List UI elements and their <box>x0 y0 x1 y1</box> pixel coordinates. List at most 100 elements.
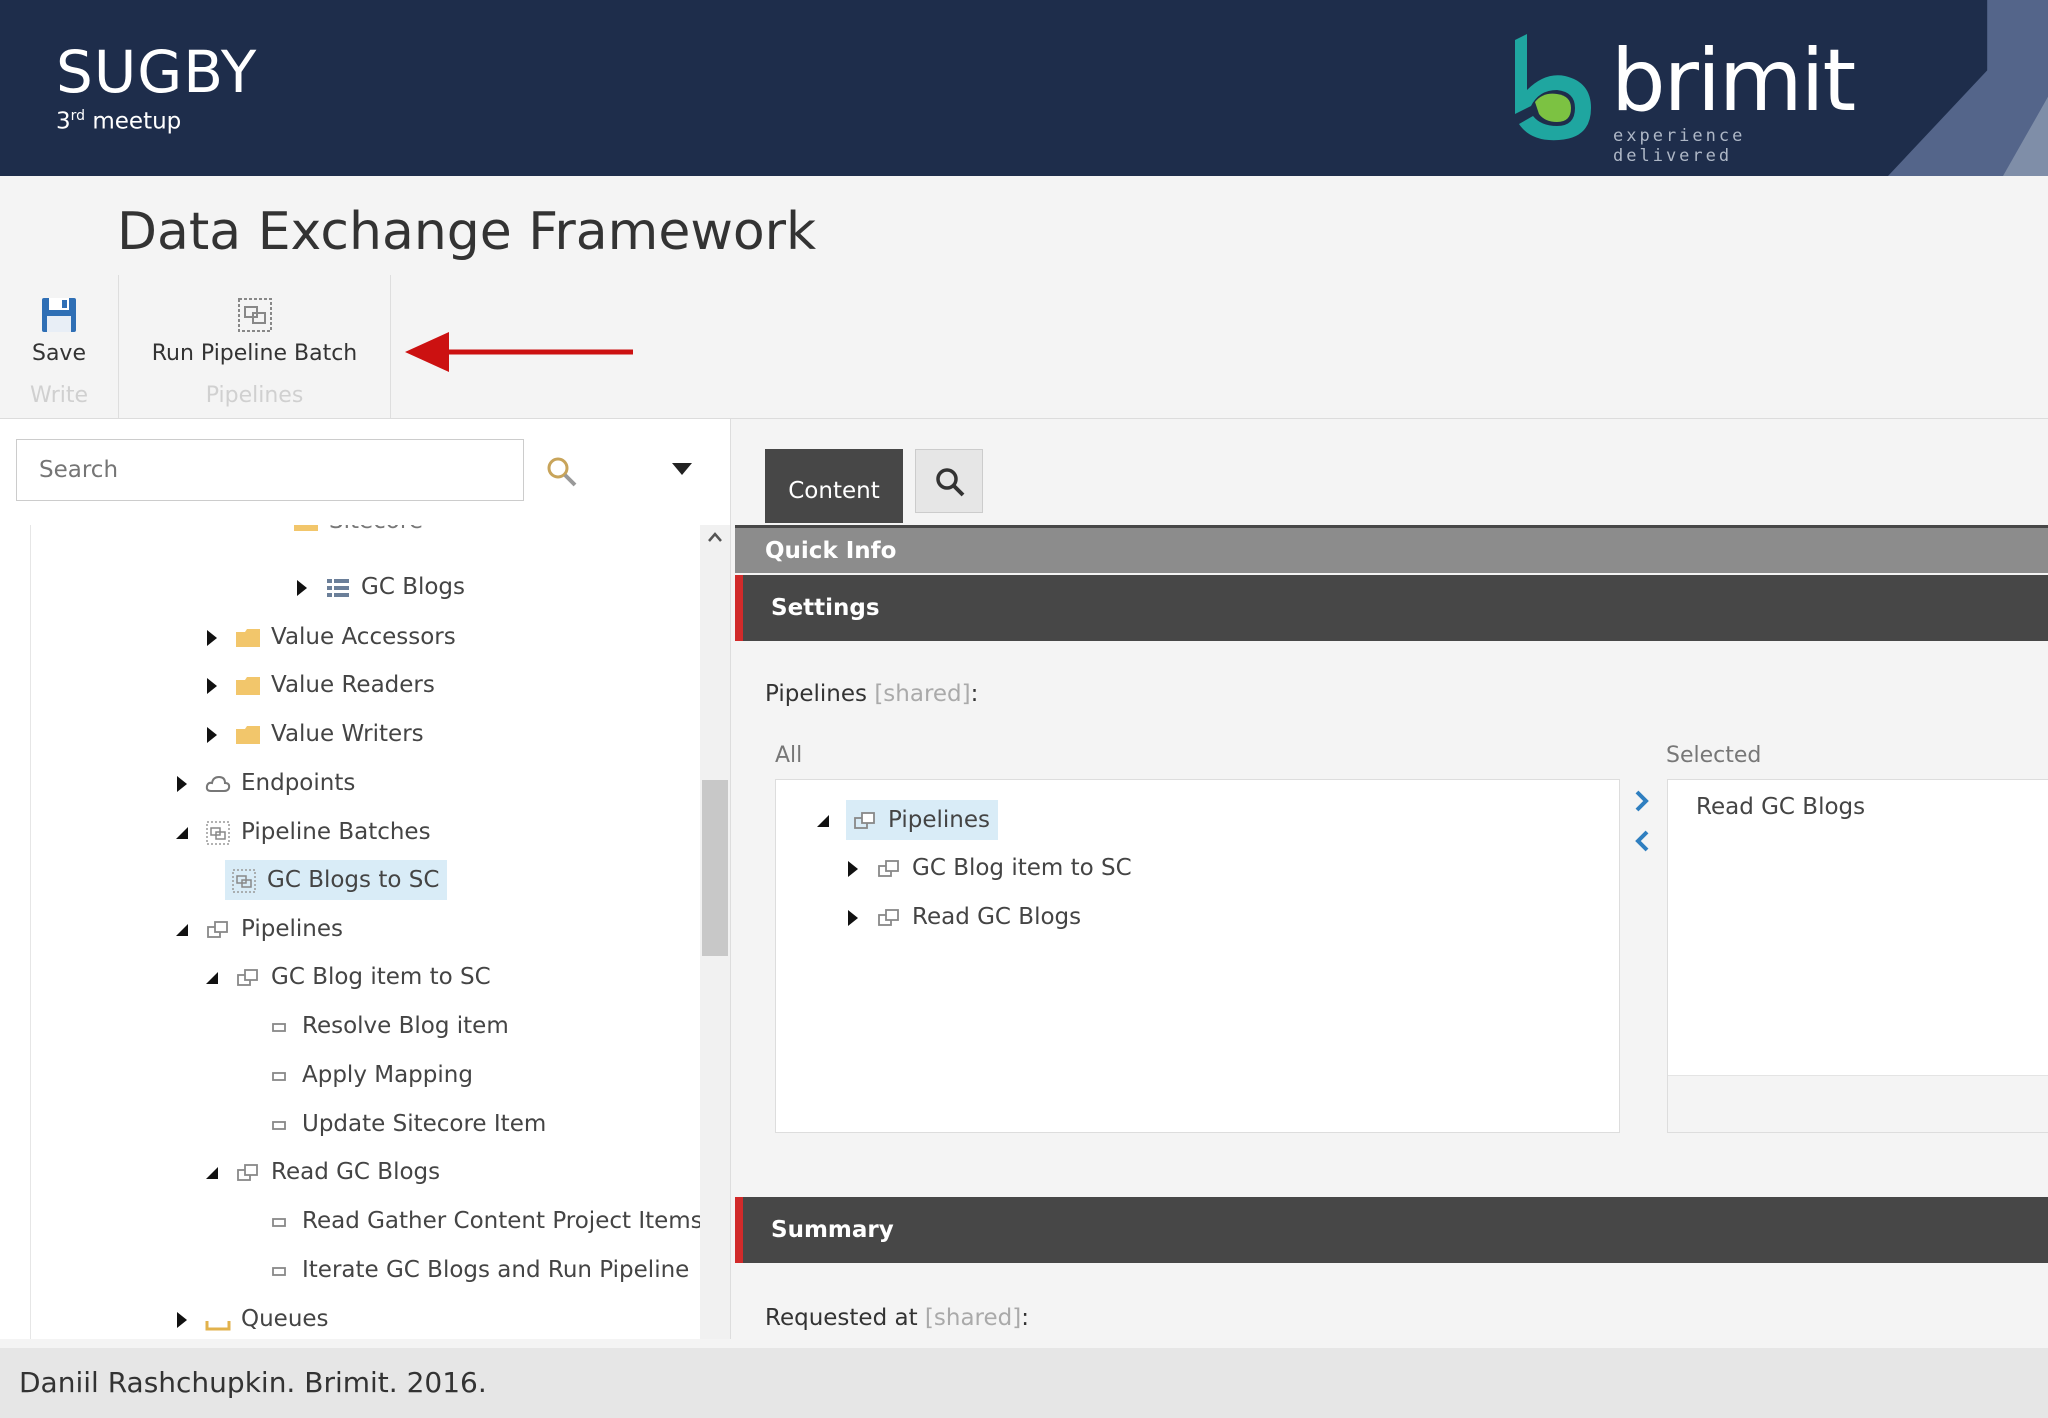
brimit-tagline: experience delivered <box>1613 126 1746 166</box>
tree-item-pipeline-batches[interactable]: Pipeline Batches <box>173 812 431 852</box>
content-tree-panel: Sitecore GC Blogs Value Accessors Value … <box>0 419 731 1339</box>
tree-scrollbar[interactable] <box>700 525 730 1339</box>
pipeline-step-icon <box>272 1071 286 1081</box>
tree-item-gc-blogs[interactable]: GC Blogs <box>293 567 465 607</box>
pipeline-batch-icon <box>206 820 230 845</box>
tree-item-iterate-gc-blogs[interactable]: Iterate GC Blogs and Run Pipeline <box>266 1250 689 1290</box>
event-subtitle: 3rd meetup <box>56 108 182 135</box>
tree-item-endpoints[interactable]: Endpoints <box>173 763 355 803</box>
expand-right-icon[interactable] <box>203 726 221 744</box>
search-input[interactable] <box>16 439 524 501</box>
collapse-down-icon[interactable] <box>203 969 221 987</box>
tree-item-partial[interactable]: Sitecore <box>293 525 423 541</box>
tree-item-gc-blogs-to-sc[interactable]: GC Blogs to SC <box>225 860 448 900</box>
folder-icon <box>294 525 318 531</box>
expand-right-icon[interactable] <box>173 1311 191 1329</box>
expand-right-icon[interactable] <box>203 629 221 647</box>
event-title: SUGBY <box>56 38 258 106</box>
tree-item-queues[interactable]: Queues <box>173 1299 329 1339</box>
pipeline-batch-icon <box>232 868 256 893</box>
brimit-logo-mark-icon <box>1515 34 1591 141</box>
pipeline-icon <box>854 811 875 829</box>
pipeline-icon <box>237 1163 258 1181</box>
content-editor-panel: Content Quick Info Settings Pipelines [s… <box>735 419 2048 1339</box>
expand-right-icon[interactable] <box>844 909 862 927</box>
scrollbar-thumb[interactable] <box>702 780 728 956</box>
tree-item-read-gc-blogs[interactable]: Read GC Blogs <box>203 1152 440 1192</box>
save-label: Save <box>31 341 86 366</box>
tab-search[interactable] <box>915 449 983 513</box>
tree-selection-highlight: Pipelines <box>846 800 998 840</box>
chevron-down-icon[interactable] <box>672 463 692 477</box>
pipeline-step-icon <box>272 1120 286 1130</box>
slide-heading: Data Exchange Framework <box>117 202 817 262</box>
pipelines-group-label: Pipelines <box>205 383 304 408</box>
save-button[interactable]: Save <box>0 295 118 366</box>
quick-info-section-header[interactable]: Quick Info <box>735 525 2048 573</box>
folder-icon <box>236 628 260 647</box>
tree-item-pipelines[interactable]: Pipelines <box>173 909 343 949</box>
search-icon[interactable] <box>545 455 579 489</box>
pipeline-icon <box>878 859 899 877</box>
list-icon <box>327 578 349 597</box>
tree-selection-highlight: GC Blogs to SC <box>225 860 448 900</box>
tree-item-gc-blog-item-to-sc[interactable]: GC Blog item to SC <box>203 957 491 997</box>
slide-header: SUGBY 3rd meetup brimit experience deliv… <box>0 0 2048 176</box>
ribbon-toolbar: Save Write Run Pipeline Batch Pipelines <box>0 275 2048 419</box>
ribbon-group-write: Save Write <box>0 275 119 418</box>
folder-icon <box>236 725 260 744</box>
run-pipeline-batch-button[interactable]: Run Pipeline Batch <box>119 295 390 366</box>
tree-item-update-sitecore-item[interactable]: Update Sitecore Item <box>266 1104 546 1144</box>
pipelines-field-label: Pipelines [shared]: <box>765 681 979 707</box>
all-tree-item-read-gc-blogs[interactable]: Read GC Blogs <box>844 897 1081 937</box>
expand-right-icon[interactable] <box>203 677 221 695</box>
pipeline-batch-icon <box>237 298 272 332</box>
all-column-label: All <box>775 743 803 768</box>
collapse-down-icon[interactable] <box>814 812 832 830</box>
pipeline-step-icon <box>272 1217 286 1227</box>
search-icon <box>936 468 965 497</box>
move-left-arrow-icon[interactable] <box>1632 829 1652 853</box>
selected-column-label: Selected <box>1666 743 1762 768</box>
pipeline-step-icon <box>272 1266 286 1276</box>
pipeline-step-icon <box>272 1022 286 1032</box>
tree-item-read-gather-content[interactable]: Read Gather Content Project Items Pip <box>266 1201 701 1241</box>
brimit-logo: brimit experience delivered <box>1505 32 1856 166</box>
expand-right-icon[interactable] <box>173 775 191 793</box>
collapse-down-icon[interactable] <box>173 824 191 842</box>
expand-right-icon[interactable] <box>844 860 862 878</box>
collapse-down-icon[interactable] <box>173 921 191 939</box>
tree-item-resolve-blog-item[interactable]: Resolve Blog item <box>266 1006 509 1046</box>
tree-item-value-accessors[interactable]: Value Accessors <box>203 617 456 657</box>
all-tree-item-pipelines[interactable]: Pipelines <box>814 800 998 840</box>
run-pipeline-batch-label: Run Pipeline Batch <box>151 341 358 366</box>
selected-pipelines-list: Read GC Blogs <box>1667 779 2048 1133</box>
pipeline-icon <box>207 920 228 938</box>
tab-content[interactable]: Content <box>765 449 903 523</box>
selected-item-read-gc-blogs[interactable]: Read GC Blogs <box>1696 794 1865 820</box>
pipeline-icon <box>237 968 258 986</box>
move-right-arrow-icon[interactable] <box>1632 789 1652 813</box>
selected-list-footer <box>1668 1075 2048 1132</box>
footer-credit: Daniil Rashchupkin. Brimit. 2016. <box>19 1366 487 1399</box>
chevron-up-icon[interactable] <box>707 531 723 543</box>
requested-at-field-label: Requested at [shared]: <box>765 1305 1029 1331</box>
tree-item-value-writers[interactable]: Value Writers <box>203 714 424 754</box>
collapse-down-icon[interactable] <box>203 1164 221 1182</box>
tree-item-value-readers[interactable]: Value Readers <box>203 665 435 705</box>
slide-footer: Daniil Rashchupkin. Brimit. 2016. <box>0 1348 2048 1418</box>
summary-section-header[interactable]: Summary <box>735 1197 2048 1263</box>
pipeline-icon <box>878 908 899 926</box>
ribbon-group-pipelines: Run Pipeline Batch Pipelines <box>119 275 391 418</box>
settings-section-header[interactable]: Settings <box>735 575 2048 641</box>
tree-item-apply-mapping[interactable]: Apply Mapping <box>266 1055 473 1095</box>
all-pipelines-list: Pipelines GC Blog item to SC Read GC Blo… <box>775 779 1620 1133</box>
write-group-label: Write <box>29 383 89 408</box>
folder-icon <box>236 676 260 695</box>
content-tree: Sitecore GC Blogs Value Accessors Value … <box>30 525 701 1339</box>
all-tree-item-gc-blog-item-to-sc[interactable]: GC Blog item to SC <box>844 848 1132 888</box>
brimit-wordmark: brimit <box>1611 31 1856 131</box>
cloud-icon <box>205 775 231 792</box>
expand-right-icon[interactable] <box>293 579 311 597</box>
queue-folder-icon <box>205 1320 231 1330</box>
